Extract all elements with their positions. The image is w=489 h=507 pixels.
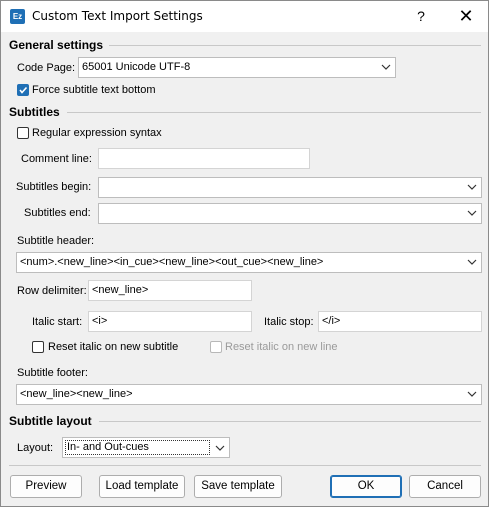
- comment-line-input[interactable]: [98, 148, 310, 169]
- force-bottom-checkbox[interactable]: [17, 84, 29, 96]
- row-delimiter-label: Row delimiter:: [17, 285, 87, 297]
- force-bottom-label: Force subtitle text bottom: [32, 84, 156, 96]
- layout-select[interactable]: In- and Out-cues: [62, 437, 230, 458]
- divider: [67, 112, 481, 113]
- code-page-value: 65001 Unicode UTF-8: [82, 61, 191, 73]
- subtitles-begin-label: Subtitles begin:: [16, 181, 92, 193]
- subtitle-header-value: <num>.<new_line><in_cue><new_line><out_c…: [20, 256, 324, 268]
- reset-italic-line-label: Reset italic on new line: [225, 341, 338, 353]
- dialog-window: Ez Custom Text Import Settings ? ✕ Gener…: [0, 0, 489, 507]
- window-title: Custom Text Import Settings: [32, 9, 203, 23]
- code-page-select[interactable]: 65001 Unicode UTF-8: [78, 57, 396, 78]
- divider: [9, 465, 481, 466]
- check-icon: [19, 86, 28, 94]
- chevron-down-icon: [467, 184, 477, 190]
- code-page-label: Code Page:: [17, 62, 76, 74]
- subtitle-layout-heading: Subtitle layout: [9, 414, 92, 428]
- divider: [99, 421, 481, 422]
- ok-button[interactable]: OK: [330, 475, 402, 498]
- help-button[interactable]: ?: [406, 5, 436, 27]
- reset-italic-subtitle-checkbox[interactable]: [32, 341, 44, 353]
- chevron-down-icon: [215, 445, 225, 451]
- reset-italic-subtitle-label: Reset italic on new subtitle: [48, 341, 179, 353]
- subtitle-footer-label: Subtitle footer:: [17, 367, 88, 379]
- subtitle-header-select[interactable]: <num>.<new_line><in_cue><new_line><out_c…: [16, 252, 482, 273]
- layout-value: In- and Out-cues: [65, 440, 210, 455]
- row-delimiter-input[interactable]: <new_line>: [88, 280, 252, 301]
- save-template-button[interactable]: Save template: [194, 475, 282, 498]
- chevron-down-icon: [467, 259, 477, 265]
- italic-stop-label: Italic stop:: [264, 316, 314, 328]
- subtitles-end-label: Subtitles end:: [24, 207, 91, 219]
- subtitles-begin-select[interactable]: [98, 177, 482, 198]
- cancel-button[interactable]: Cancel: [409, 475, 481, 498]
- subtitles-end-select[interactable]: [98, 203, 482, 224]
- chevron-down-icon: [467, 391, 477, 397]
- subtitles-heading: Subtitles: [9, 105, 60, 119]
- regex-checkbox[interactable]: [17, 127, 29, 139]
- app-icon: Ez: [10, 9, 25, 24]
- chevron-down-icon: [381, 64, 391, 70]
- subtitle-header-label: Subtitle header:: [17, 235, 95, 247]
- subtitle-footer-select[interactable]: <new_line><new_line>: [16, 384, 482, 405]
- chevron-down-icon: [467, 210, 477, 216]
- comment-line-label: Comment line:: [21, 153, 92, 165]
- title-bar: Ez Custom Text Import Settings ? ✕: [1, 1, 488, 32]
- regex-label: Regular expression syntax: [32, 127, 162, 139]
- italic-start-label: Italic start:: [32, 316, 83, 328]
- italic-start-input[interactable]: <i>: [88, 311, 252, 332]
- load-template-button[interactable]: Load template: [99, 475, 185, 498]
- preview-button[interactable]: Preview: [10, 475, 82, 498]
- general-settings-heading: General settings: [9, 38, 104, 52]
- layout-label: Layout:: [17, 442, 54, 454]
- subtitle-footer-value: <new_line><new_line>: [20, 388, 133, 400]
- italic-stop-input[interactable]: </i>: [318, 311, 482, 332]
- close-button[interactable]: ✕: [451, 5, 481, 27]
- divider: [109, 45, 481, 46]
- reset-italic-line-checkbox[interactable]: [210, 341, 222, 353]
